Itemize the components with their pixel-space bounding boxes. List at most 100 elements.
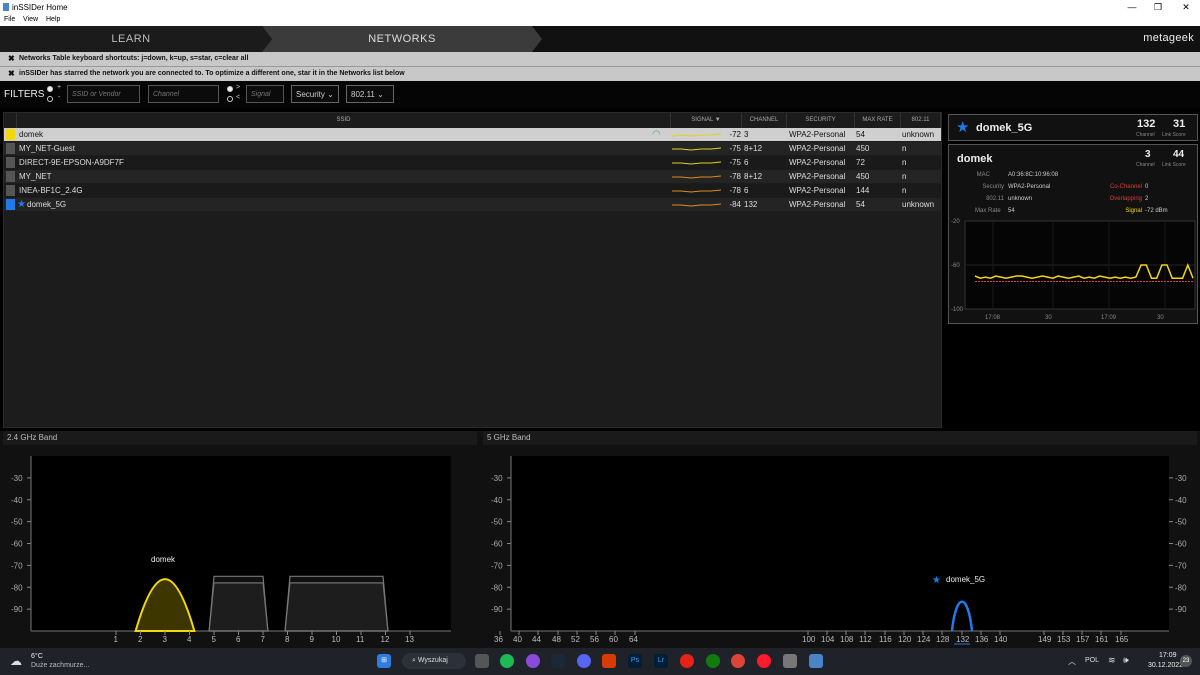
x-tick-label: 13 [405,635,414,644]
signal-history-graph: -20 -60 -100 17:08 30 17:09 30 [951,219,1196,321]
chrome-icon[interactable] [731,654,745,668]
security-column-header[interactable]: SECURITY [787,113,855,128]
y-tick-label: -90 [491,605,503,614]
tab-learn[interactable]: LEARN [0,26,262,52]
band-graphs: 2.4 GHz Band 5 GHz Band -30 -40 -50 -60 -70-… [0,431,1200,648]
overlapping-label: Overlapping [1109,196,1142,202]
youtube-music-icon[interactable] [680,654,694,668]
x-tick-label: 36 [494,635,503,644]
tab-networks[interactable]: NETWORKS [262,26,542,52]
menu-view[interactable]: View [23,16,38,23]
ssid-include-radio[interactable] [47,86,53,92]
steam-icon[interactable] [551,654,565,668]
weather-desc[interactable]: Duże zachmurze... [31,662,89,669]
signal-filter-input[interactable]: Signal [246,85,284,103]
starred-ssid: domek_5G [976,122,1033,134]
channel-cell: 8+12 [744,172,763,181]
shortcuts-text: Networks Table keyboard shortcuts: j=dow… [19,55,249,62]
taskbar: ☁ 6°C Duże zachmurze... ⊞ ⌕ Wyszukaj Ps … [0,648,1200,675]
photoshop-icon[interactable]: Ps [628,654,642,668]
signal-gt-radio[interactable] [227,86,233,92]
ssid-cell: MY_NET-Guest [19,144,76,153]
signal-lt-radio[interactable] [227,96,233,102]
x-tick-label: 2 [138,635,143,644]
wifi-icon[interactable]: ≋ [1108,655,1116,666]
x-tick-label: 11 [356,635,365,644]
minus-label: - [58,94,61,101]
dot11-cell: n [902,172,907,181]
table-row[interactable]: domek ◠ -72 3 WPA2-Personal 54 unknown [4,128,941,141]
signal-trend-sparkline [672,147,722,151]
opera-icon[interactable] [757,654,771,668]
menu-file[interactable]: File [4,16,15,23]
network-tool-icon[interactable] [783,654,797,668]
search-box[interactable]: ⌕ Wyszukaj [402,653,466,669]
dismiss-shortcuts-icon[interactable]: ✖ [8,52,15,66]
clock-time[interactable]: 17:09 [1159,652,1177,659]
table-row[interactable]: MY_NET-Guest -75 8+12 WPA2-Personal 450 n [4,142,941,155]
nav-bar: LEARN NETWORKS metageek [0,26,1200,52]
network-curve-DIRECT-9E-EPSON-A9DF7F[interactable] [208,575,269,632]
ssid-column-header[interactable]: SSID [17,113,671,128]
windows-start-icon[interactable]: ⊞ [377,654,391,668]
channel-column-header[interactable]: CHANNEL [742,113,787,128]
starred-link-score-label: Link Score [1162,132,1186,138]
network-color-swatch [6,157,15,168]
signal-column-header[interactable]: SIGNAL ▼ [671,113,742,128]
band24-header: 2.4 GHz Band [3,431,477,445]
task-view-icon[interactable] [475,654,489,668]
network-color-swatch [6,129,15,140]
ssid-filter-input[interactable]: SSID or Vendor [67,85,140,103]
weather-icon[interactable]: ☁ [10,654,22,668]
ssid-exclude-radio[interactable] [47,96,53,102]
notification-badge[interactable]: 23 [1180,655,1192,667]
office-icon[interactable] [602,654,616,668]
network-color-swatch [6,199,15,210]
maxrate-cell: 450 [856,144,870,153]
table-row[interactable]: ★ domek_5G -84 132 WPA2-Personal 54 unknown [4,198,941,211]
network-curve-MY_NET-Guest[interactable] [284,575,389,632]
inssider-taskbar-icon[interactable] [809,654,823,668]
language-indicator[interactable]: POL [1085,657,1099,664]
star-icon[interactable]: ★ [956,118,969,136]
discord-icon[interactable] [577,654,591,668]
detail-link-score-label: Link Score [1162,162,1186,168]
menu-bar: File View Help [0,14,1200,26]
volume-icon[interactable]: 🕪 [1123,655,1129,666]
ssid-cell: DIRECT-9E-EPSON-A9DF7F [19,158,124,167]
maximize-button[interactable]: ❐ [1144,0,1172,14]
dot11-dropdown[interactable]: 802.11 ⌄ [346,85,394,103]
star-icon[interactable]: ★ [17,198,26,211]
table-row[interactable]: INEA-BF1C_2.4G -78 6 WPA2-Personal 144 n [4,184,941,197]
minimize-button[interactable]: — [1118,0,1146,14]
table-row[interactable]: DIRECT-9E-EPSON-A9DF7F -75 6 WPA2-Personal 7… [4,156,941,169]
x-tick-label: 8 [285,635,290,644]
clock-date[interactable]: 30.12.2022 [1148,662,1183,669]
maxrate-column-header[interactable]: MAX RATE [855,113,901,128]
x-tick-label: 40 [513,635,522,644]
signal-trend-sparkline [672,175,722,179]
menu-help[interactable]: Help [46,16,60,23]
y-tick-label: -30 [491,474,503,483]
channel-cell: 6 [744,158,749,167]
maxrate-cell: 144 [856,186,870,195]
table-row[interactable]: MY_NET -78 8+12 WPA2-Personal 450 n [4,170,941,183]
channel-filter-input[interactable]: Channel [148,85,219,103]
spotify-icon[interactable] [500,654,514,668]
security-cell: WPA2-Personal [789,144,846,153]
x-tick-label: 124 [917,635,931,644]
cochannel-label: Co-Channel [1109,184,1142,190]
ssid-cell: domek [19,130,44,139]
close-button[interactable]: ✕ [1172,0,1200,14]
starred-network-card[interactable]: ★ domek_5G 132 Channel 31 Link Score [948,114,1198,141]
security-dropdown[interactable]: Security ⌄ [291,85,339,103]
chevron-up-icon[interactable]: ︿ [1068,656,1076,667]
weather-temp[interactable]: 6°C [31,653,43,660]
dot11-column-header[interactable]: 802.11 [901,113,941,128]
dot11-value: unknown [1008,196,1033,202]
signal-cell: -84 [729,200,741,209]
dismiss-starred-icon[interactable]: ✖ [8,67,15,81]
xbox-icon[interactable] [706,654,720,668]
messenger-icon[interactable] [526,654,540,668]
lightroom-icon[interactable]: Lr [654,654,668,668]
